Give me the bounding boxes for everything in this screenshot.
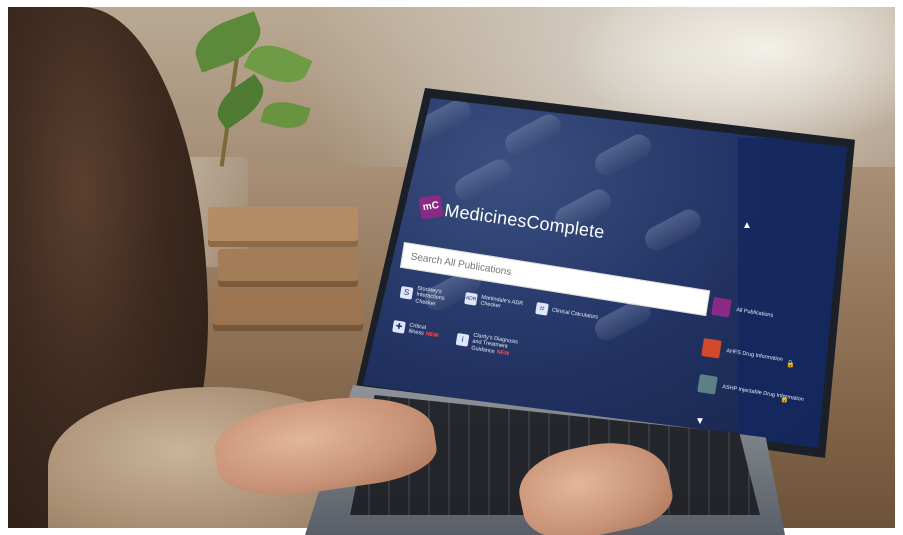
book [208,207,358,247]
book [218,249,358,287]
capsule-image [550,185,616,235]
capsule-image [500,110,566,160]
capsule-image [640,205,706,255]
capsule-image [420,265,486,315]
capsule-image [450,155,516,205]
plant-leaf [260,96,311,134]
book [213,289,363,331]
capsule-image [590,130,656,180]
capsule-image [590,295,656,345]
